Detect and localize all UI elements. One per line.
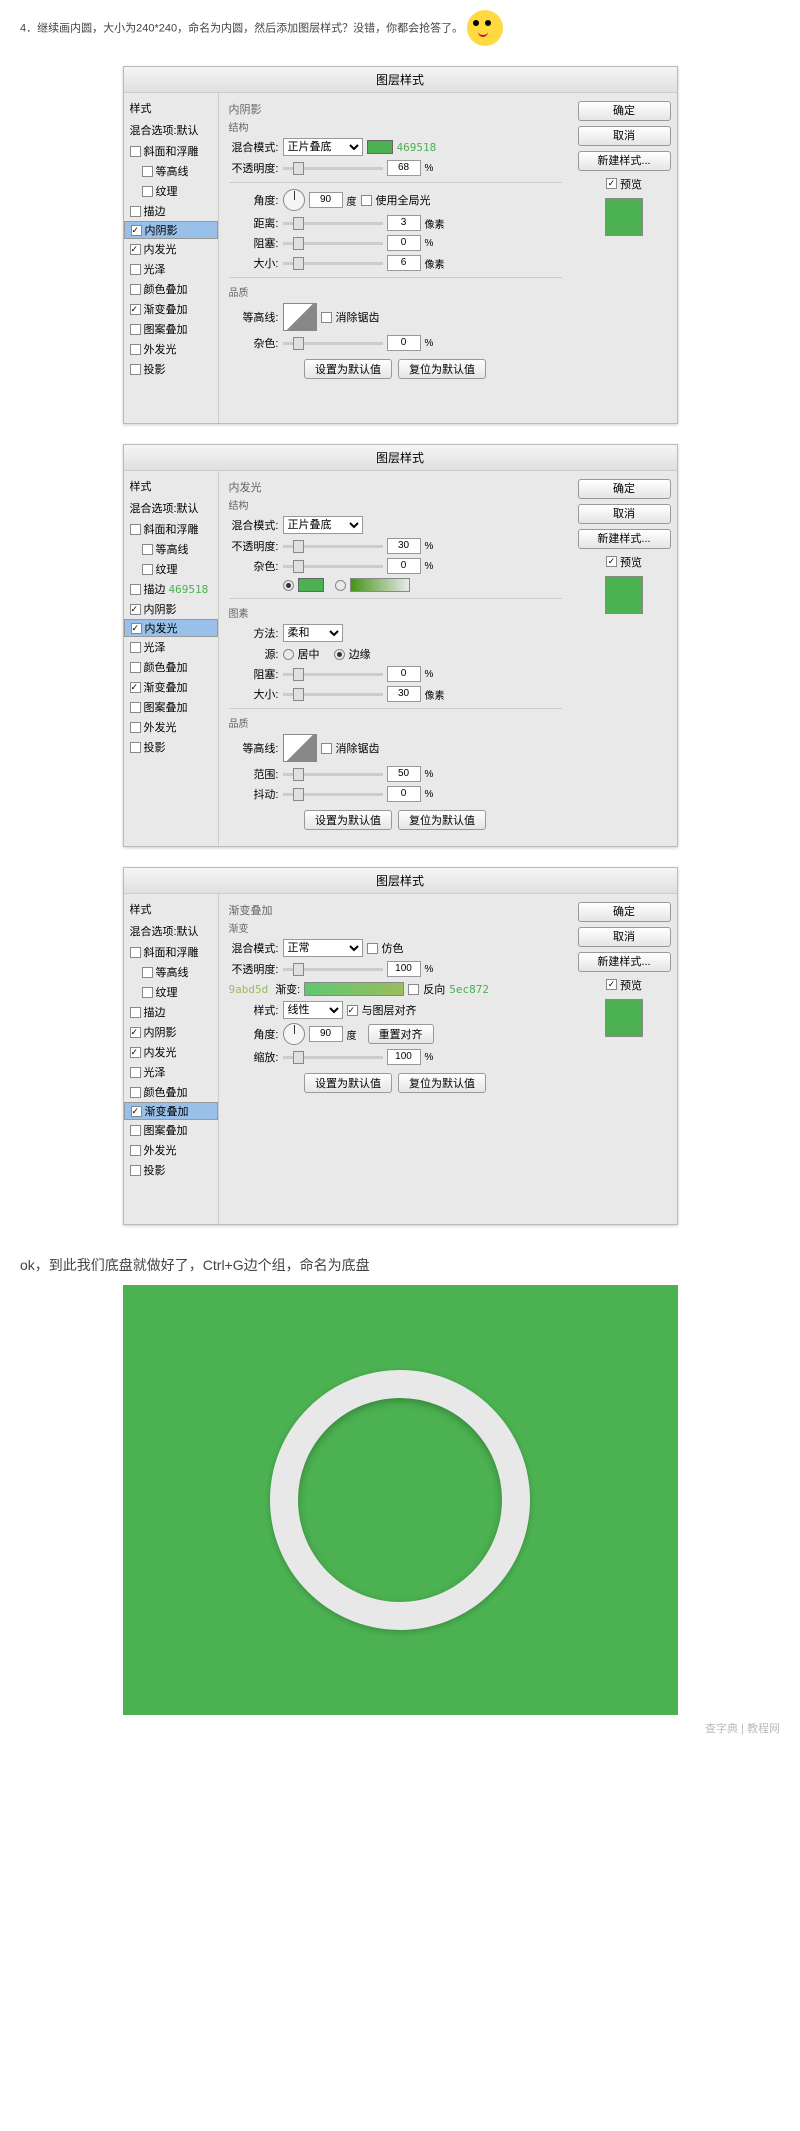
style-contour[interactable]: 等高线 — [124, 161, 218, 181]
style-gradient-overlay[interactable]: 渐变叠加 — [124, 299, 218, 319]
blend-select[interactable]: 正片叠底 — [283, 138, 363, 156]
color-swatch[interactable] — [367, 140, 393, 154]
layer-style-dialog-2: 图层样式 样式 混合选项:默认 斜面和浮雕 等高线 纹理 描边469518 内阴… — [123, 444, 678, 847]
opacity-input[interactable]: 68 — [387, 160, 421, 176]
edge-radio[interactable] — [334, 649, 345, 660]
style-pattern-overlay[interactable]: 图案叠加 — [124, 319, 218, 339]
style-inner-glow[interactable]: 内发光 — [124, 239, 218, 259]
new-style-button[interactable]: 新建样式... — [578, 151, 671, 171]
style-stroke[interactable]: 描边 — [124, 201, 218, 221]
style-stroke[interactable]: 描边469518 — [124, 579, 218, 599]
angle-input[interactable]: 90 — [309, 192, 343, 208]
reset-default-button[interactable]: 复位为默认值 — [398, 359, 486, 379]
opacity-slider[interactable] — [283, 167, 383, 170]
cancel-button[interactable]: 取消 — [578, 126, 671, 146]
styles-list: 样式 混合选项:默认 斜面和浮雕 等高线 纹理 描边 内阴影 内发光 光泽 颜色… — [124, 93, 219, 423]
layer-style-dialog-1: 图层样式 样式 混合选项:默认 斜面和浮雕 等高线 纹理 描边 内阴影 内发光 … — [123, 66, 678, 424]
global-light-check[interactable] — [361, 195, 372, 206]
style-satin[interactable]: 光泽 — [124, 259, 218, 279]
preview-swatch — [605, 198, 643, 236]
layer-style-dialog-3: 图层样式 样式 混合选项:默认 斜面和浮雕 等高线 纹理 描边 内阴影 内发光 … — [123, 867, 678, 1225]
angle-dial[interactable] — [283, 189, 305, 211]
style-outer-glow[interactable]: 外发光 — [124, 339, 218, 359]
ok-button[interactable]: 确定 — [578, 101, 671, 121]
gradient-radio[interactable] — [335, 580, 346, 591]
solid-radio[interactable] — [283, 580, 294, 591]
glow-gradient[interactable] — [350, 578, 410, 592]
watermark: 查字典 | 教程网 — [0, 1715, 800, 1746]
choke-slider[interactable] — [283, 242, 383, 245]
contour-picker[interactable] — [283, 303, 317, 331]
outro-text: ok，到此我们底盘就做好了，Ctrl+G边个组，命名为底盘 — [0, 1245, 800, 1285]
style-bevel[interactable]: 斜面和浮雕 — [124, 141, 218, 161]
style-color-overlay[interactable]: 颜色叠加 — [124, 279, 218, 299]
glow-color[interactable] — [298, 578, 324, 592]
distance-slider[interactable] — [283, 222, 383, 225]
ring-shape — [270, 1370, 530, 1630]
emoji-icon — [467, 10, 503, 46]
result-image — [123, 1285, 678, 1715]
preview-check[interactable] — [606, 178, 617, 189]
center-radio[interactable] — [283, 649, 294, 660]
style-inner-shadow[interactable]: 内阴影 — [124, 221, 218, 239]
style-drop-shadow[interactable]: 投影 — [124, 359, 218, 379]
step-text: 4．继续画内圆，大小为240*240，命名为内圆，然后添加图层样式？没错，你都会… — [0, 0, 800, 56]
size-slider[interactable] — [283, 262, 383, 265]
reset-align-button[interactable]: 重置对齐 — [368, 1024, 434, 1044]
make-default-button[interactable]: 设置为默认值 — [304, 359, 392, 379]
style-texture[interactable]: 纹理 — [124, 181, 218, 201]
dialog-title: 图层样式 — [124, 67, 677, 93]
gradient-bar[interactable] — [304, 982, 404, 996]
noise-slider[interactable] — [283, 342, 383, 345]
